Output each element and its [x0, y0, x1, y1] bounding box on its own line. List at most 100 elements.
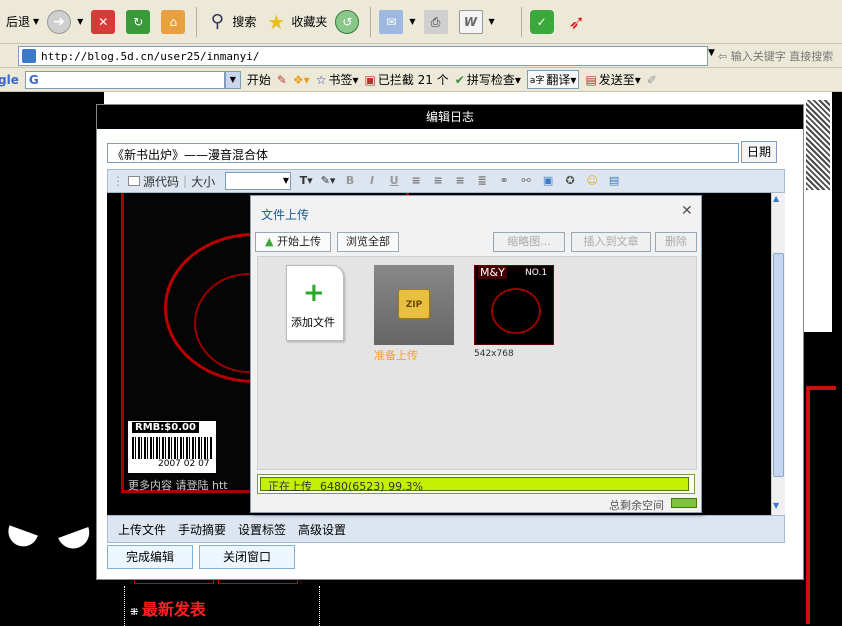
home-button[interactable]: ⌂ [157, 4, 192, 40]
mail-icon: ✉ [379, 9, 404, 34]
bookmarks-button[interactable]: ☆ 书签 ▾ [316, 71, 359, 88]
keyword-hint[interactable]: ⇦ 输入关键字 直接搜索 [718, 48, 833, 64]
scroll-down-icon[interactable]: ▼ [773, 501, 779, 510]
progress-text: 正在上传 6480(6523) 99.3% [268, 478, 423, 494]
thumbnail-button[interactable]: 缩略图... [493, 232, 565, 252]
chevron-down-icon[interactable]: ▼ [489, 17, 495, 26]
progress-detail: 6480(6523) 99.3% [320, 480, 424, 493]
page-nav-box [134, 580, 214, 584]
edit-button[interactable]: W ▼ [455, 4, 499, 40]
browse-all-button[interactable]: 浏览全部 [337, 232, 399, 252]
bold-icon[interactable]: B [341, 173, 359, 189]
popup-blocked-button[interactable]: ▣ 已拦截 21 个 [365, 71, 449, 88]
post-title-input[interactable]: 《新书出炉》——漫音混合体 [107, 143, 739, 163]
refresh-icon: ↻ [126, 9, 151, 34]
image-file-tile[interactable]: M&Y NO.1 [474, 265, 554, 345]
tab-manual-summary[interactable]: 手动摘要 [178, 521, 226, 538]
eye-icon [58, 527, 94, 553]
delete-button[interactable]: 删除 [655, 232, 697, 252]
translate-button[interactable]: a字 翻译 ▾ [526, 70, 580, 89]
link-icon[interactable]: ⚭ [495, 173, 513, 189]
spellcheck-button[interactable]: ✔ 拼写检查 ▾ [455, 71, 521, 88]
back-button[interactable]: 后退 ▼ [2, 4, 43, 40]
image-dimensions: 542x768 [474, 349, 514, 359]
source-code-icon [128, 176, 140, 186]
google-toolbar: gle G ▼ 开始 ✎ ❖▾ ☆ 书签 ▾ ▣ 已拦截 21 个 ✔ 拼写检查 ▾ a字… [0, 68, 842, 92]
toolbar-divider [196, 6, 198, 37]
messenger-button[interactable]: ➶ [561, 4, 596, 40]
green-check-icon: ✓ [529, 9, 554, 34]
drag-handle-icon[interactable]: ⋮ [112, 171, 124, 191]
green-plus-icon: + [303, 278, 325, 308]
source-code-button[interactable]: 源代码 [128, 171, 179, 191]
address-bar: http://blog.5d.cn/user25/inmanyi/ ▼ ⇦ 输入… [0, 44, 842, 68]
text-color-icon[interactable]: T▾ [297, 173, 315, 189]
extension-button[interactable]: ✓ [526, 4, 561, 40]
image-art [491, 288, 541, 334]
tab-upload-file[interactable]: 上传文件 [118, 521, 166, 538]
unlink-icon[interactable]: ⚯ [517, 173, 535, 189]
add-file-tile[interactable]: + 添加文件 [286, 265, 344, 341]
word-document-icon: W [458, 9, 483, 34]
google-search-box[interactable]: G [24, 70, 225, 89]
date-button[interactable]: 日期 [741, 141, 777, 163]
size-label: 大小 [191, 174, 216, 189]
tab-set-tags[interactable]: 设置标签 [238, 521, 286, 538]
popup-blocker-icon: ▣ [364, 72, 376, 87]
barcode-lines [132, 437, 212, 459]
search-button[interactable]: ⚲ 搜索 [201, 4, 260, 40]
underline-icon[interactable]: U [385, 173, 403, 189]
justify-icon[interactable]: ≣ [473, 173, 491, 189]
chevron-down-icon[interactable]: ▼ [33, 17, 39, 26]
start-search-button[interactable]: 开始 [247, 71, 271, 88]
news-icon[interactable]: ✎ [277, 73, 287, 87]
add-file-label: 添加文件 [291, 316, 335, 329]
bookmark-star-icon: ☆ [315, 72, 327, 87]
highlight-color-icon[interactable]: ✎▾ [319, 173, 337, 189]
address-input[interactable]: http://blog.5d.cn/user25/inmanyi/ [18, 46, 708, 66]
italic-icon[interactable]: I [363, 173, 381, 189]
insert-article-button[interactable]: 插入到文章 [571, 232, 651, 252]
page-red-frame [806, 386, 836, 624]
forward-button[interactable]: ➜ ▼ [43, 4, 87, 40]
print-button[interactable]: ⎙ [420, 4, 455, 40]
upload-file-grid: + 添加文件 ZIP 准备上传 M&Y NO.1 542x768 [257, 256, 697, 470]
flash-icon[interactable]: ✪ [561, 173, 579, 189]
windows-icon[interactable]: ❖▾ [293, 73, 310, 87]
scroll-thumb[interactable] [773, 253, 784, 477]
align-center-icon[interactable]: ≡ [429, 173, 447, 189]
mail-button[interactable]: ✉ ▼ [375, 4, 419, 40]
stop-button[interactable]: ✕ [87, 4, 122, 40]
finish-edit-button[interactable]: 完成编辑 [107, 545, 193, 569]
tab-advanced-settings[interactable]: 高级设置 [298, 521, 346, 538]
start-upload-button[interactable]: ▲ 开始上传 [255, 232, 331, 252]
chevron-down-icon[interactable]: ▼ [77, 17, 83, 26]
emoticon-icon[interactable]: ☺ [583, 173, 601, 189]
barcode-date: 2007 02 07 [158, 459, 210, 469]
google-search-dropdown[interactable]: ▼ [224, 70, 241, 89]
eye-icon [4, 525, 38, 551]
font-size-select[interactable]: ▼ [225, 172, 292, 190]
zip-file-tile[interactable]: ZIP [374, 265, 454, 345]
latest-posts-heading: ⁜ 最新发表 [130, 600, 206, 619]
scroll-up-icon[interactable]: ▲ [773, 194, 779, 203]
red-bird-icon: ➶ [568, 9, 586, 34]
table-icon[interactable]: ▤ [605, 173, 623, 189]
send-to-button[interactable]: ▤ 发送至 ▾ [585, 71, 640, 88]
close-icon[interactable]: ✕ [681, 203, 693, 219]
pencil-icon[interactable]: ✐ [647, 73, 657, 87]
close-window-button[interactable]: 关闭窗口 [199, 545, 295, 569]
printer-icon: ⎙ [423, 9, 448, 34]
favorites-button[interactable]: ★ 收藏夹 [260, 4, 331, 40]
refresh-button[interactable]: ↻ [122, 4, 157, 40]
address-dropdown-icon[interactable]: ▼ [708, 48, 715, 58]
image-number: NO.1 [525, 268, 548, 278]
image-icon[interactable]: ▣ [539, 173, 557, 189]
editor-scrollbar[interactable]: ▲ ▼ [771, 193, 785, 515]
chevron-down-icon[interactable]: ▼ [409, 17, 415, 26]
cover-caption: 更多内容 请登陆 htt [128, 479, 228, 492]
align-right-icon[interactable]: ≡ [451, 173, 469, 189]
keyword-hint-text: 输入关键字 直接搜索 [730, 50, 834, 63]
align-left-icon[interactable]: ≡ [407, 173, 425, 189]
media-button[interactable]: ↺ [331, 4, 366, 40]
